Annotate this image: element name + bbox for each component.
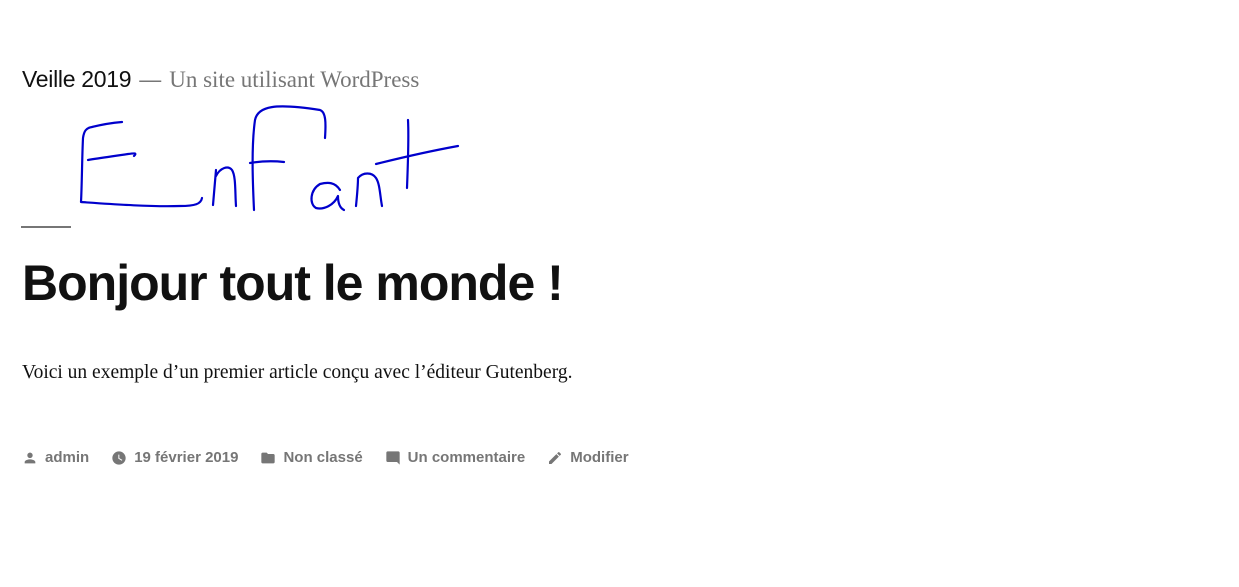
person-icon — [22, 450, 38, 466]
site-tagline: Un site utilisant WordPress — [169, 67, 420, 92]
post-title[interactable]: Bonjour tout le monde ! — [22, 252, 564, 314]
pencil-icon — [547, 450, 563, 466]
post-content: Voici un exemple d’un premier article co… — [22, 362, 573, 383]
post-edit-link[interactable]: Modifier — [547, 449, 629, 466]
post-comments-link[interactable]: Un commentaire — [385, 449, 526, 466]
post-category-label: Non classé — [283, 449, 363, 466]
site-header: Veille 2019 — Un site utilisant WordPress — [22, 64, 419, 98]
post-author-link[interactable]: admin — [22, 449, 89, 466]
title-separator: — — [139, 67, 162, 92]
folder-icon — [260, 450, 276, 466]
post-author-label: admin — [45, 449, 90, 466]
clock-icon — [111, 450, 127, 466]
post-date-link[interactable]: 19 février 2019 — [111, 449, 238, 466]
comment-icon — [385, 450, 401, 466]
post-comments-label: Un commentaire — [407, 449, 526, 466]
handwritten-annotation-enfant — [79, 105, 460, 212]
site-title-link[interactable]: Veille 2019 — [22, 66, 132, 92]
header-divider — [21, 226, 71, 228]
post-edit-label: Modifier — [570, 449, 629, 466]
post-meta-footer: admin 19 février 2019 Non classé Un comm… — [22, 449, 651, 466]
post-category-link[interactable]: Non classé — [260, 449, 363, 466]
post-date-label: 19 février 2019 — [134, 449, 239, 466]
